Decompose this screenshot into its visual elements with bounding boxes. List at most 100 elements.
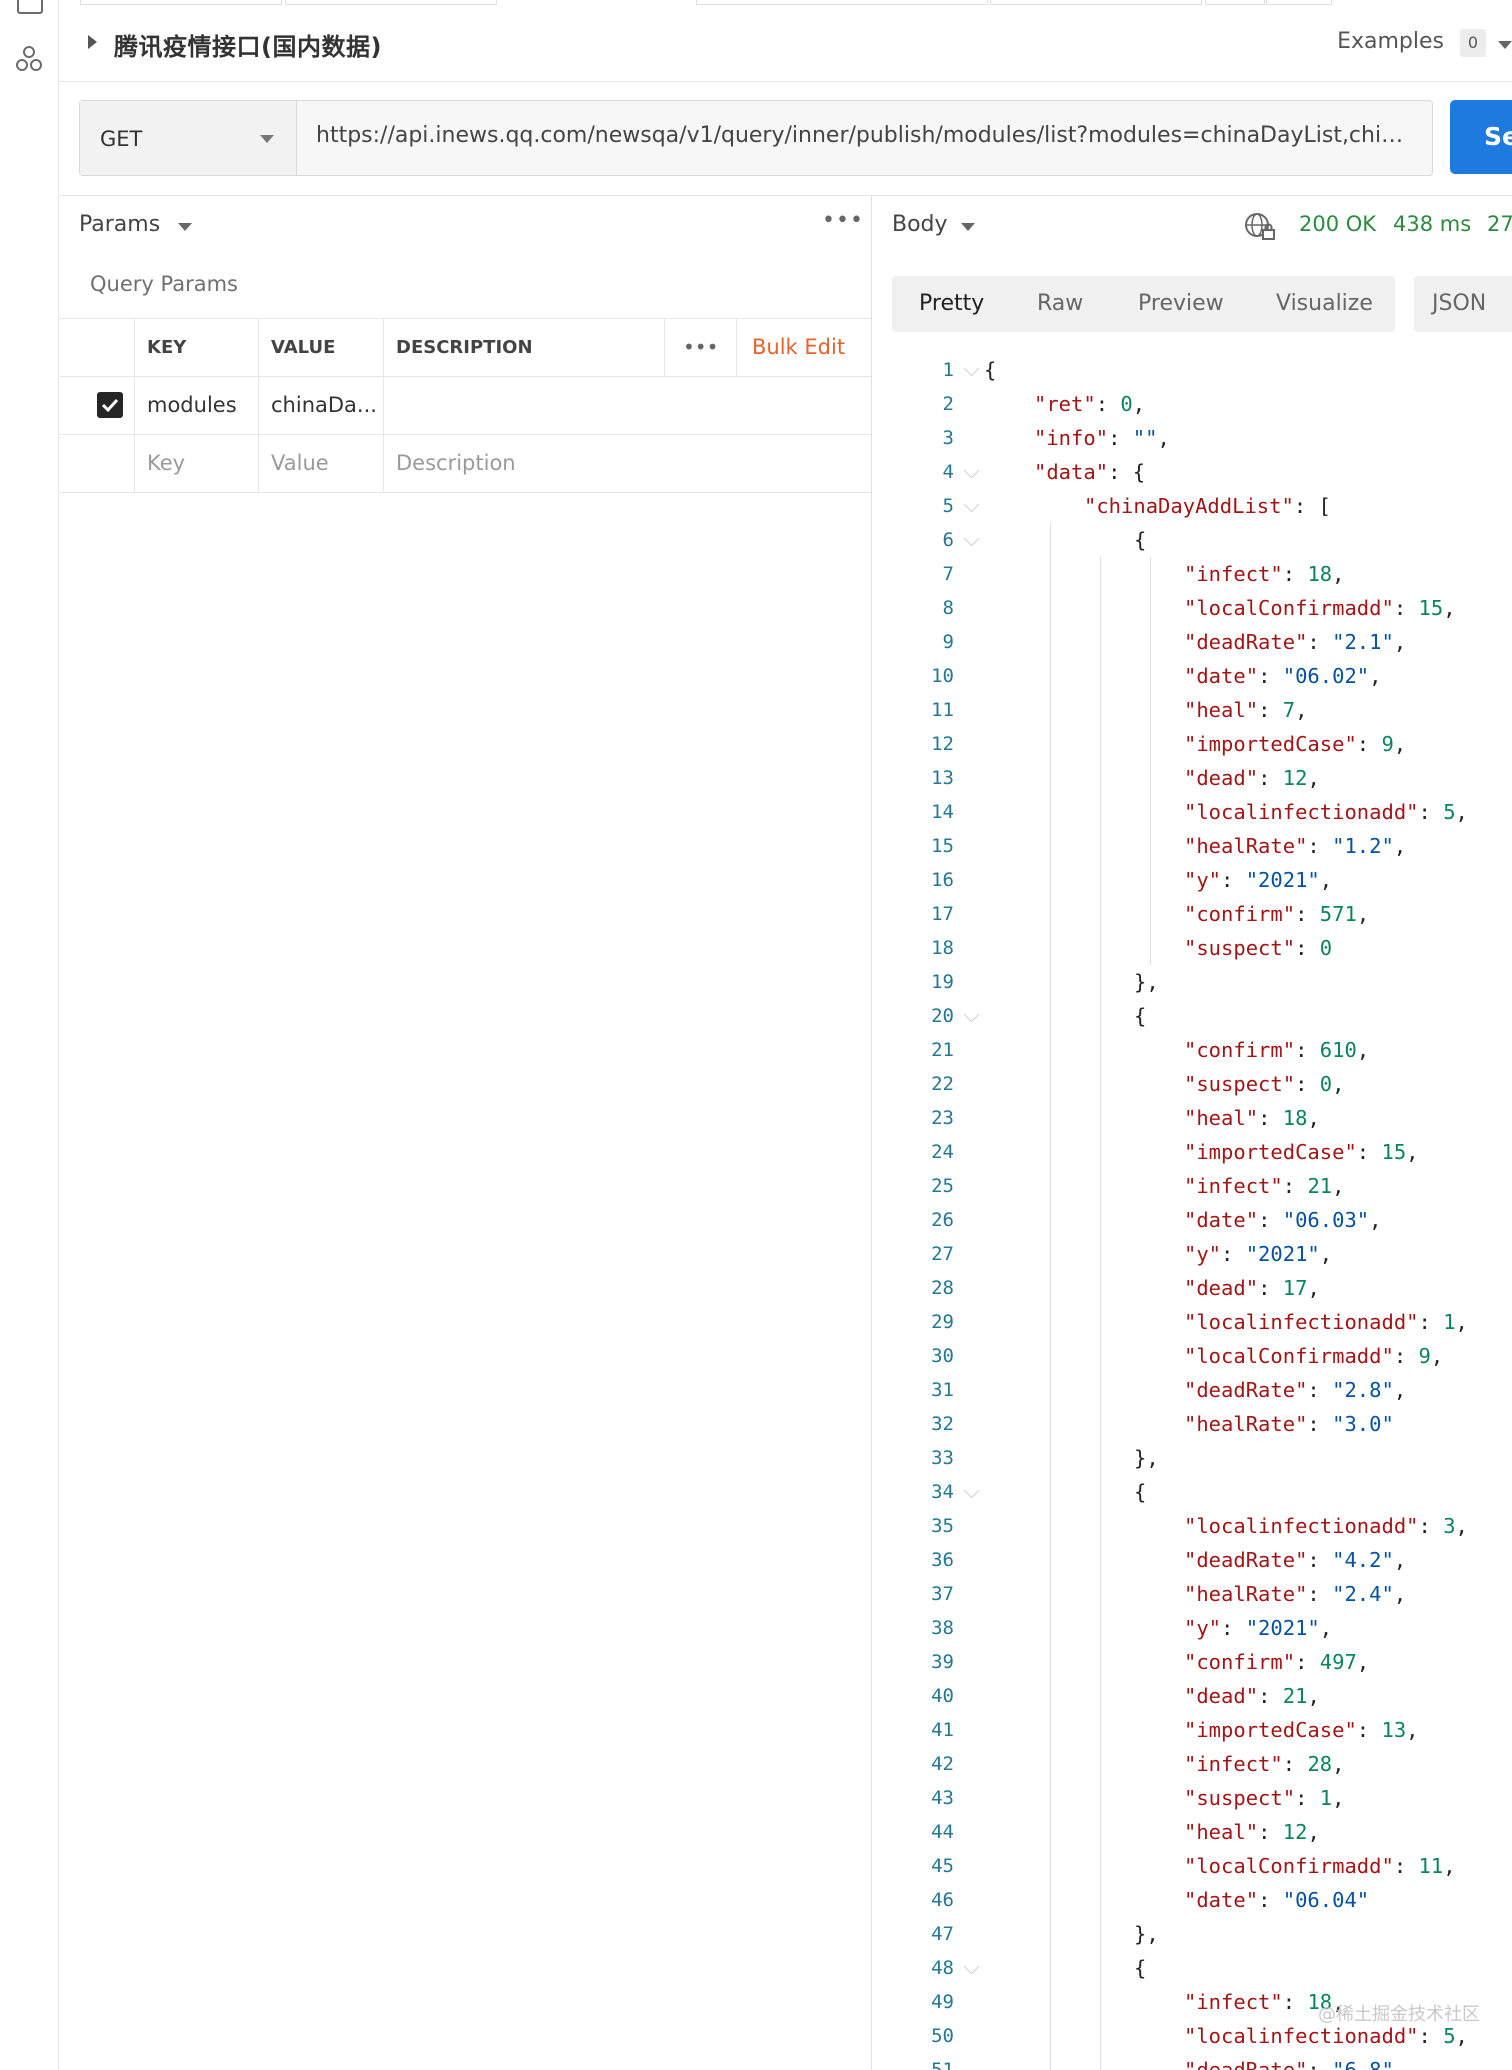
checkmark-icon (101, 398, 119, 413)
url-input[interactable]: https://api.inews.qq.com/newsqa/v1/query… (316, 123, 1416, 148)
code-text: "heal": 18, (1184, 1106, 1320, 1130)
tab-preview[interactable]: Preview (1138, 276, 1224, 332)
divider (58, 195, 1512, 196)
code-line: 32 "healRate": "3.0" (872, 1407, 1512, 1441)
request-title[interactable]: 腾讯疫情接口(国内数据) (114, 27, 382, 62)
line-number: 27 (931, 1243, 954, 1265)
line-number: 44 (931, 1821, 954, 1843)
code-text: "dead": 12, (1184, 766, 1320, 790)
method-select[interactable]: GET (80, 101, 297, 175)
code-text: "date": "06.04" (1184, 1888, 1370, 1912)
fold-chevron-icon[interactable] (963, 1006, 980, 1023)
response-time[interactable]: 438 ms (1393, 212, 1471, 236)
code-text: { (1134, 1004, 1147, 1028)
column-header-key: KEY (134, 319, 258, 376)
description-input[interactable]: Description (383, 435, 871, 492)
param-key-input[interactable]: modules (134, 377, 258, 434)
code-line: 36 "deadRate": "4.2", (872, 1543, 1512, 1577)
code-text: "confirm": 497, (1184, 1650, 1370, 1674)
code-text: "localConfirmadd": 15, (1184, 596, 1456, 620)
line-number: 36 (931, 1549, 954, 1571)
code-line: 41 "importedCase": 13, (872, 1713, 1512, 1747)
line-number: 46 (931, 1889, 954, 1911)
line-number: 51 (931, 2059, 954, 2070)
collections-icon[interactable] (17, 0, 43, 14)
code-text: "infect": 28, (1184, 1752, 1345, 1776)
code-text: { (984, 358, 997, 382)
code-text: "localinfectionadd": 5, (1184, 800, 1468, 824)
value-input[interactable]: Value (258, 435, 383, 492)
body-tab[interactable]: Body (892, 212, 948, 237)
code-text: "healRate": "2.4", (1184, 1582, 1407, 1606)
line-number: 28 (931, 1277, 954, 1299)
code-line: 44 "heal": 12, (872, 1815, 1512, 1849)
line-number: 7 (942, 563, 954, 585)
indent-guide (1050, 523, 1051, 2070)
chevron-down-icon[interactable] (961, 223, 975, 231)
param-description-input[interactable] (383, 377, 871, 434)
indent-guide (1150, 557, 1151, 965)
more-options-icon[interactable]: ••• (822, 208, 864, 233)
code-line: 21 "confirm": 610, (872, 1033, 1512, 1067)
code-text: "suspect": 0 (1184, 936, 1333, 960)
chevron-down-icon[interactable] (178, 223, 192, 231)
fold-chevron-icon[interactable] (963, 462, 980, 479)
code-text: "deadRate": "2.1", (1184, 630, 1407, 654)
tab-pretty[interactable]: Pretty (919, 276, 984, 332)
apis-icon[interactable] (14, 44, 44, 74)
status-code[interactable]: 200 OK (1299, 212, 1376, 236)
code-text: "heal": 12, (1184, 1820, 1320, 1844)
tab-raw[interactable]: Raw (1037, 276, 1083, 332)
params-tab[interactable]: Params (79, 212, 160, 237)
code-text: }, (1134, 1922, 1159, 1946)
code-text: "importedCase": 15, (1184, 1140, 1419, 1164)
code-line: 19}, (872, 965, 1512, 999)
fold-chevron-icon[interactable] (963, 360, 980, 377)
fold-chevron-icon[interactable] (963, 1482, 980, 1499)
globe-lock-icon[interactable] (1244, 212, 1276, 242)
line-number: 3 (942, 427, 954, 449)
examples-label[interactable]: Examples (1337, 29, 1444, 54)
key-input[interactable]: Key (134, 435, 258, 492)
code-text: { (1134, 1956, 1147, 1980)
line-number: 45 (931, 1855, 954, 1877)
code-line: 15 "healRate": "1.2", (872, 829, 1512, 863)
code-line: 27 "y": "2021", (872, 1237, 1512, 1271)
line-number: 38 (931, 1617, 954, 1639)
chevron-down-icon[interactable] (1498, 41, 1512, 49)
line-number: 17 (931, 903, 954, 925)
code-line: 5 "chinaDayAddList": [ (872, 489, 1512, 523)
fold-chevron-icon[interactable] (963, 1958, 980, 1975)
code-text: "date": "06.02", (1184, 664, 1382, 688)
column-options-icon[interactable]: ••• (664, 319, 736, 376)
indent-guide (1100, 557, 1101, 2070)
code-line: 8 "localConfirmadd": 15, (872, 591, 1512, 625)
param-value-input[interactable]: chinaDa... (258, 377, 383, 434)
code-line: 51 "deadRate": "6.8", (872, 2053, 1512, 2070)
code-text: { (1134, 1480, 1147, 1504)
format-select[interactable]: JSON (1414, 276, 1512, 332)
response-body-editor[interactable]: 1{2 "ret": 0, 3 "info": "", 4 "data": {5 "chin… (872, 350, 1512, 2070)
bulk-edit-link[interactable]: Bulk Edit (752, 319, 845, 376)
code-line: 12 "importedCase": 9, (872, 727, 1512, 761)
send-button[interactable]: Se (1450, 100, 1512, 174)
tab-visualize[interactable]: Visualize (1276, 276, 1373, 332)
line-number: 18 (931, 937, 954, 959)
line-number: 41 (931, 1719, 954, 1741)
expand-caret-icon[interactable] (88, 35, 97, 49)
fold-chevron-icon[interactable] (963, 530, 980, 547)
code-line: 29 "localinfectionadd": 1, (872, 1305, 1512, 1339)
code-line: 43 "suspect": 1, (872, 1781, 1512, 1815)
response-size[interactable]: 27 (1487, 212, 1512, 236)
line-number: 30 (931, 1345, 954, 1367)
code-line: 30 "localConfirmadd": 9, (872, 1339, 1512, 1373)
code-line: 46 "date": "06.04" (872, 1883, 1512, 1917)
code-text: "importedCase": 13, (1184, 1718, 1419, 1742)
fold-chevron-icon[interactable] (963, 496, 980, 513)
code-text: "suspect": 0, (1184, 1072, 1345, 1096)
code-line: 47}, (872, 1917, 1512, 1951)
row-checkbox[interactable] (97, 392, 123, 418)
line-number: 5 (942, 495, 954, 517)
line-number: 21 (931, 1039, 954, 1061)
code-line: 34 { (872, 1475, 1512, 1509)
